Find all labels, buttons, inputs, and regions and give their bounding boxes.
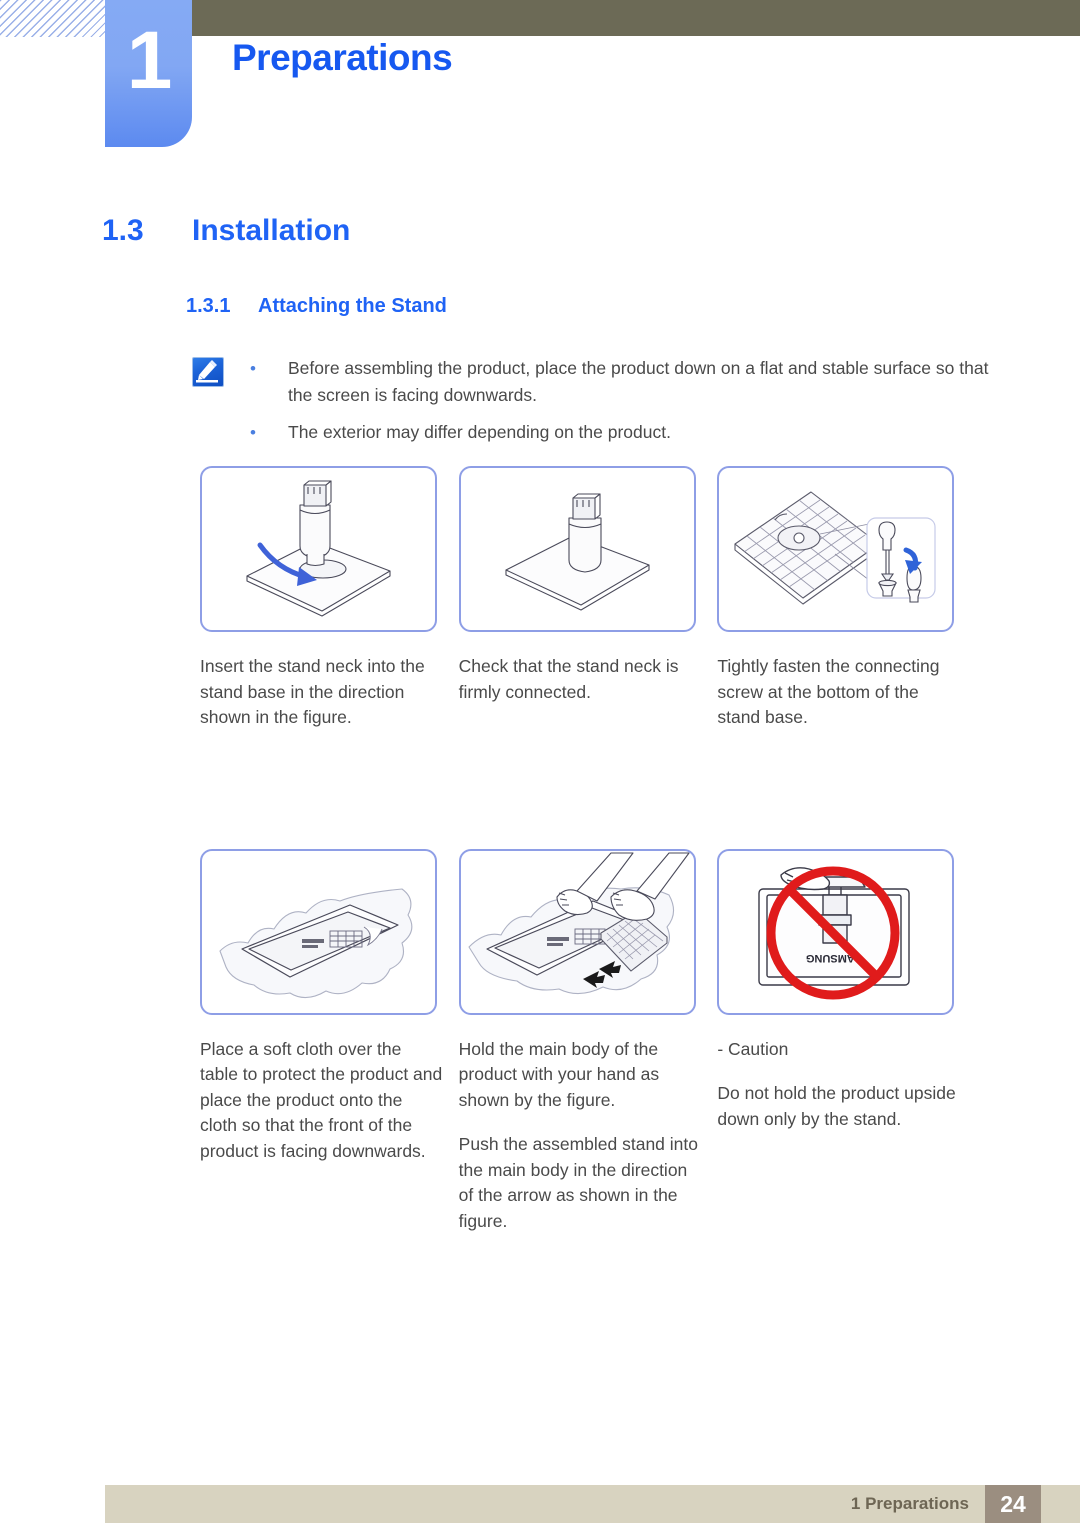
page-header: 1 Preparations [0,0,1080,160]
chapter-tab: 1 [105,0,192,147]
note-list: • Before assembling the product, place t… [250,355,992,456]
assembled-stand-illustration [458,466,696,632]
caption-paragraph: - Caution [717,1038,789,1059]
note-text: Before assembling the product, place the… [288,358,989,405]
chapter-title: Preparations [232,37,453,78]
section-title: Installation [192,214,351,247]
attach-stand-to-body-illustration [458,848,696,1015]
figure-caption: - Caution Do not hold the product upside… [717,1037,960,1133]
chapter-number: 1 [126,15,173,106]
caption-paragraph: Tightly fasten the connecting screw at t… [717,656,940,727]
figure-row-2: Place a soft cloth over the table to pro… [200,848,960,1235]
figure-cell: Tightly fasten the connecting screw at t… [717,466,960,731]
page-footer: 1 Preparations 24 [105,1485,1080,1523]
figure-row-1: Insert the stand neck into the stand bas… [200,466,960,731]
figure-cell: Hold the main body of the product with y… [458,848,702,1235]
bullet-glyph: • [250,359,256,378]
footer-page-number: 24 [985,1485,1041,1523]
caption-paragraph: Insert the stand neck into the stand bas… [200,656,425,727]
figure-cell: SAMSUNG - Caution Do not hold the produc… [717,848,960,1235]
footer-chapter-label: 1 Preparations [850,1494,969,1513]
note-text: The exterior may differ depending on the… [288,422,671,442]
note-pen-icon [192,357,224,387]
figure-caption: Place a soft cloth over the table to pro… [200,1037,443,1165]
figure-caption: Tightly fasten the connecting screw at t… [717,654,960,731]
note-item: • Before assembling the product, place t… [250,355,992,409]
figure-caption: Insert the stand neck into the stand bas… [200,654,443,731]
figure-caption: Hold the main body of the product with y… [459,1037,702,1235]
figure-caption: Check that the stand neck is firmly conn… [459,654,702,705]
product-on-soft-cloth-illustration [200,848,437,1015]
subsection-number: 1.3.1 [186,295,231,317]
note-block: • Before assembling the product, place t… [192,355,992,456]
section-heading-1-3-1: 1.3.1 Attaching the Stand [186,295,447,318]
caption-paragraph: Push the assembled stand into the main b… [458,1134,698,1231]
subsection-title: Attaching the Stand [258,295,447,317]
figure-cell: Check that the stand neck is firmly conn… [458,466,702,731]
stand-neck-into-base-illustration [200,466,437,632]
caption-paragraph: Check that the stand neck is firmly conn… [458,656,679,702]
caption-paragraph: Hold the main body of the product with y… [458,1038,660,1110]
header-olive-bar [192,0,1080,36]
figure-cell: Insert the stand neck into the stand bas… [200,466,443,731]
caption-paragraph: Do not hold the product upside down only… [717,1083,956,1129]
section-heading-1-3: 1.3 Installation [102,214,350,248]
decorative-hatch-pattern [0,0,106,37]
fasten-screw-illustration [717,466,955,632]
section-number: 1.3 [102,214,144,247]
bullet-glyph: • [250,423,256,442]
figure-grid: Insert the stand neck into the stand bas… [200,466,960,1234]
caption-paragraph: Place a soft cloth over the table to pro… [200,1038,443,1161]
do-not-hold-upside-down-illustration: SAMSUNG [717,848,955,1015]
note-item: • The exterior may differ depending on t… [250,419,992,446]
figure-cell: Place a soft cloth over the table to pro… [200,848,443,1235]
